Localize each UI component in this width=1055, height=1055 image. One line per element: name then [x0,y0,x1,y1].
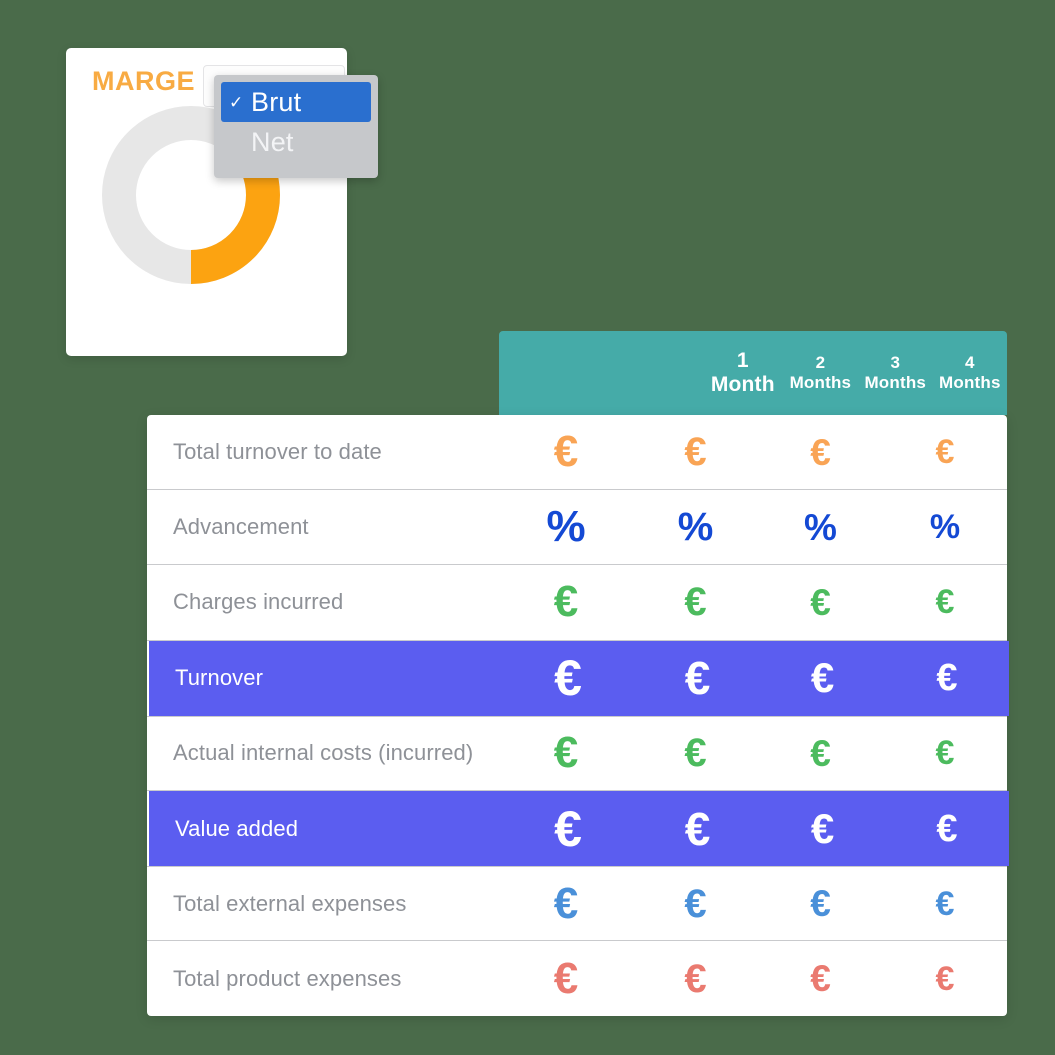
table-cell[interactable]: % [499,505,633,549]
row-label: Turnover [175,665,264,691]
table-cell[interactable]: € [501,653,635,703]
table-cell[interactable]: € [499,731,633,775]
dropdown-option-brut[interactable]: ✓ Brut [221,82,371,122]
table-cell[interactable]: € [499,956,633,1001]
column-header-1-month[interactable]: 1 Month [703,349,783,397]
table-cell[interactable]: % [758,509,883,546]
table-row[interactable]: Charges incurred € € € € [147,565,1007,641]
table-cell[interactable]: € [883,887,1007,921]
table-cell[interactable]: € [633,432,758,472]
row-label: Total product expenses [173,965,402,991]
table-cell[interactable]: € [758,960,883,997]
financials-table: Total turnover to date € € € € Advancement%%%… [147,415,1009,1016]
table-row[interactable]: Advancement%%%% [147,490,1007,566]
table-cell[interactable]: € [885,810,1009,848]
row-label: Total turnover to date [173,439,382,465]
column-header-2-months[interactable]: 2 Months [783,353,858,393]
column-header-4-months[interactable]: 4 Months [933,353,1007,393]
table-cell[interactable]: € [883,962,1007,996]
table-cell[interactable]: € [635,655,760,701]
check-icon: ✓ [229,92,244,112]
table-cell[interactable]: € [760,657,885,699]
table-cell[interactable]: % [883,510,1007,544]
dropdown-option-label: Brut [251,86,302,117]
table-cell[interactable]: € [760,807,885,850]
table-cell[interactable]: € [499,430,633,474]
page-title: MARGE [92,66,195,96]
table-row[interactable]: Total turnover to date € € € € [147,415,1007,491]
table-row[interactable]: Value added € € € € [149,790,1009,867]
table-row[interactable]: Turnover € € € € [149,640,1009,716]
row-label: Charges incurred [173,589,344,615]
table-cell[interactable]: € [883,736,1007,770]
table-cell[interactable]: € [633,733,758,773]
table-cell[interactable]: € [633,884,758,924]
table-cell[interactable]: € [885,659,1009,697]
table-cell[interactable]: € [758,434,883,471]
row-label: Total external expenses [173,890,407,916]
row-label: Value added [175,815,299,841]
margin-type-dropdown-menu[interactable]: ✓ Brut Net [214,75,378,178]
table-cell[interactable]: € [883,585,1007,619]
row-label: Actual internal costs (incurred) [173,740,474,766]
table-cell[interactable]: € [635,806,760,852]
table-cell[interactable]: € [883,435,1007,469]
table-cell[interactable]: € [633,959,758,999]
table-cell[interactable]: % [633,507,758,547]
dropdown-option-net[interactable]: Net [221,122,371,162]
table-row[interactable]: Total product expenses € € € € [147,941,1007,1016]
table-cell[interactable]: € [758,735,883,772]
table-cell[interactable]: € [501,804,635,854]
table-cell[interactable]: € [758,584,883,621]
dropdown-option-label: Net [251,126,294,157]
table-cell[interactable]: € [499,881,633,926]
table-row[interactable]: Total external expenses € € € € [147,866,1007,942]
app-root: MARGE ✓ Brut Net 1 Month 2 Months 3 Mont… [0,0,1055,1055]
table-cell[interactable]: € [633,582,758,622]
column-header-3-months[interactable]: 3 Months [858,353,933,393]
table-row[interactable]: Actual internal costs (incurred) € € € € [147,715,1007,791]
table-cell[interactable]: € [499,580,633,624]
row-label: Advancement [173,514,309,540]
table-cell[interactable]: € [758,885,883,922]
table-header: 1 Month 2 Months 3 Months 4 Months [499,331,1007,415]
